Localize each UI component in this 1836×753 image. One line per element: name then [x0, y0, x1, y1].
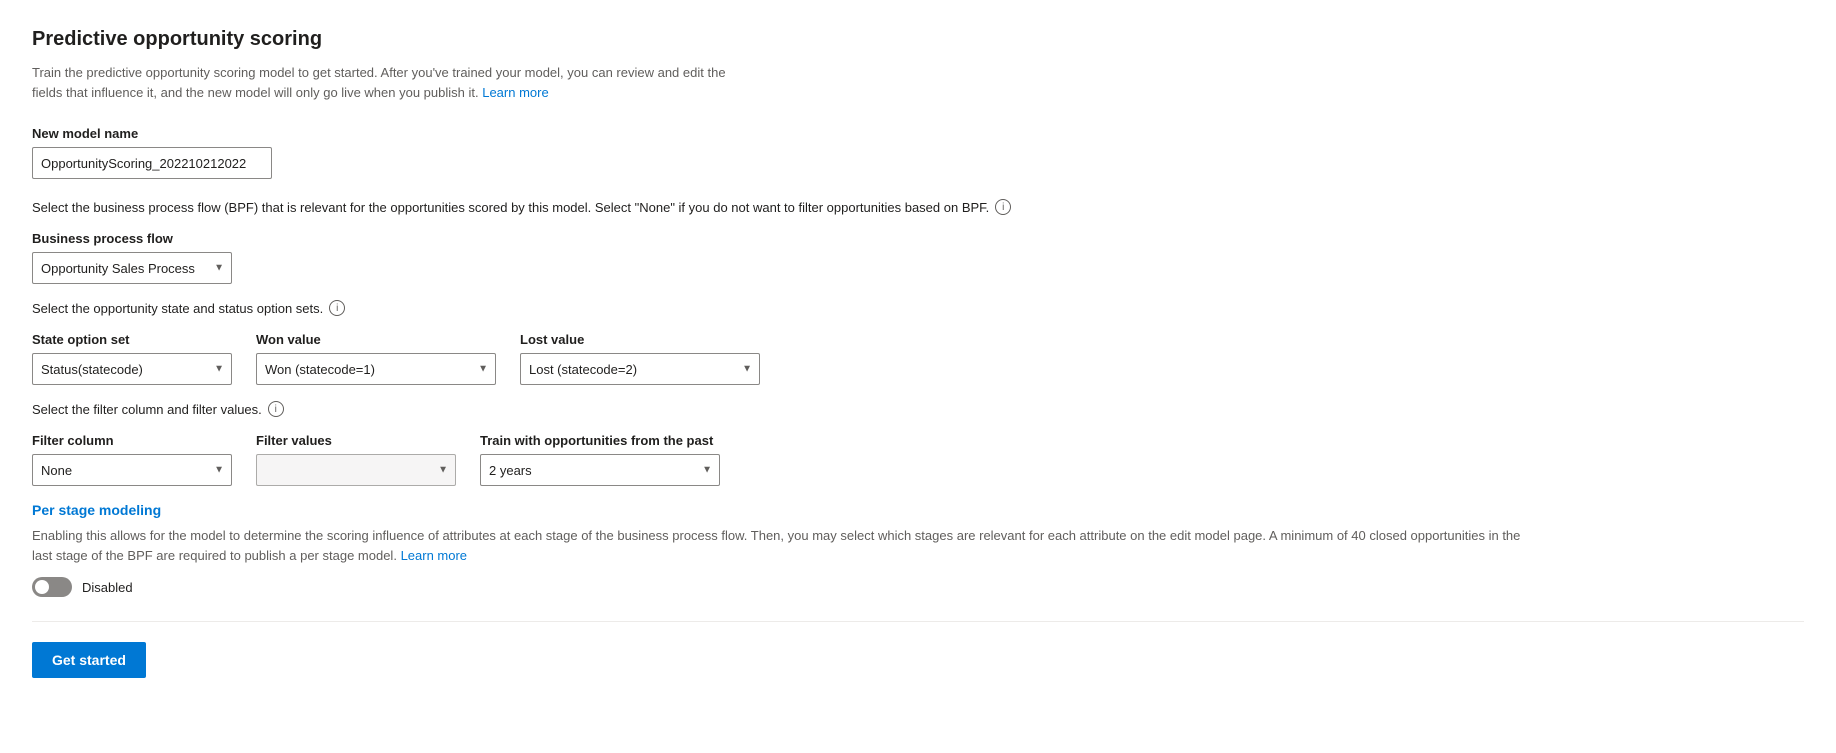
state-option-set-label: State option set [32, 332, 232, 347]
lost-value-column: Lost value Lost (statecode=2) ▼ [520, 332, 760, 385]
state-select[interactable]: Status(statecode) [32, 353, 232, 385]
filter-column-dropdown-wrapper: None ▼ [32, 454, 232, 486]
learn-more-link[interactable]: Learn more [482, 85, 548, 100]
filter-values-dropdown-wrapper: ▼ [256, 454, 456, 486]
toggle-track [32, 577, 72, 597]
state-option-set-column: State option set Status(statecode) ▼ [32, 332, 232, 385]
train-past-select[interactable]: 2 years 1 year 3 years [480, 454, 720, 486]
per-stage-title: Per stage modeling [32, 502, 1804, 518]
model-name-label: New model name [32, 126, 1804, 141]
per-stage-toggle[interactable] [32, 577, 72, 597]
per-stage-description: Enabling this allows for the model to de… [32, 526, 1532, 565]
page-container: Predictive opportunity scoring Train the… [0, 0, 1836, 706]
toggle-thumb [35, 580, 49, 594]
filter-column-label: Filter column [32, 433, 232, 448]
filter-info-icon[interactable]: i [268, 401, 284, 417]
model-name-input[interactable] [32, 147, 272, 179]
state-instruction: Select the opportunity state and status … [32, 300, 1804, 316]
won-select[interactable]: Won (statecode=1) [256, 353, 496, 385]
bpf-dropdown-wrapper: Opportunity Sales Process None ▼ [32, 252, 232, 284]
filter-column-column: Filter column None ▼ [32, 433, 232, 486]
bpf-info-icon[interactable]: i [995, 199, 1011, 215]
per-stage-learn-more-link[interactable]: Learn more [401, 548, 467, 563]
toggle-label: Disabled [82, 580, 133, 595]
bpf-select[interactable]: Opportunity Sales Process None [32, 252, 232, 284]
bpf-instruction: Select the business process flow (BPF) t… [32, 199, 1804, 215]
lost-dropdown-wrapper: Lost (statecode=2) ▼ [520, 353, 760, 385]
per-stage-section: Per stage modeling Enabling this allows … [32, 502, 1804, 597]
state-section: Select the opportunity state and status … [32, 300, 1804, 385]
filter-section: Select the filter column and filter valu… [32, 401, 1804, 486]
state-dropdown-wrapper: Status(statecode) ▼ [32, 353, 232, 385]
lost-select[interactable]: Lost (statecode=2) [520, 353, 760, 385]
toggle-row: Disabled [32, 577, 1804, 597]
state-info-icon[interactable]: i [329, 300, 345, 316]
won-dropdown-wrapper: Won (statecode=1) ▼ [256, 353, 496, 385]
train-past-label: Train with opportunities from the past [480, 433, 720, 448]
lost-value-label: Lost value [520, 332, 760, 347]
separator [32, 621, 1804, 622]
bpf-label: Business process flow [32, 231, 1804, 246]
filter-row-fields: Filter column None ▼ Filter values ▼ Tra… [32, 433, 1804, 486]
won-value-label: Won value [256, 332, 496, 347]
won-value-column: Won value Won (statecode=1) ▼ [256, 332, 496, 385]
filter-instruction: Select the filter column and filter valu… [32, 401, 1804, 417]
filter-values-label: Filter values [256, 433, 456, 448]
filter-column-select[interactable]: None [32, 454, 232, 486]
filter-values-select[interactable] [256, 454, 456, 486]
get-started-button[interactable]: Get started [32, 642, 146, 678]
page-title: Predictive opportunity scoring [32, 28, 1804, 51]
train-past-dropdown-wrapper: 2 years 1 year 3 years ▼ [480, 454, 720, 486]
footer: Get started [32, 642, 1804, 678]
filter-values-column: Filter values ▼ [256, 433, 456, 486]
model-name-section: New model name [32, 126, 1804, 179]
bpf-section: Select the business process flow (BPF) t… [32, 199, 1804, 284]
page-description: Train the predictive opportunity scoring… [32, 63, 752, 102]
state-row-fields: State option set Status(statecode) ▼ Won… [32, 332, 1804, 385]
train-past-column: Train with opportunities from the past 2… [480, 433, 720, 486]
